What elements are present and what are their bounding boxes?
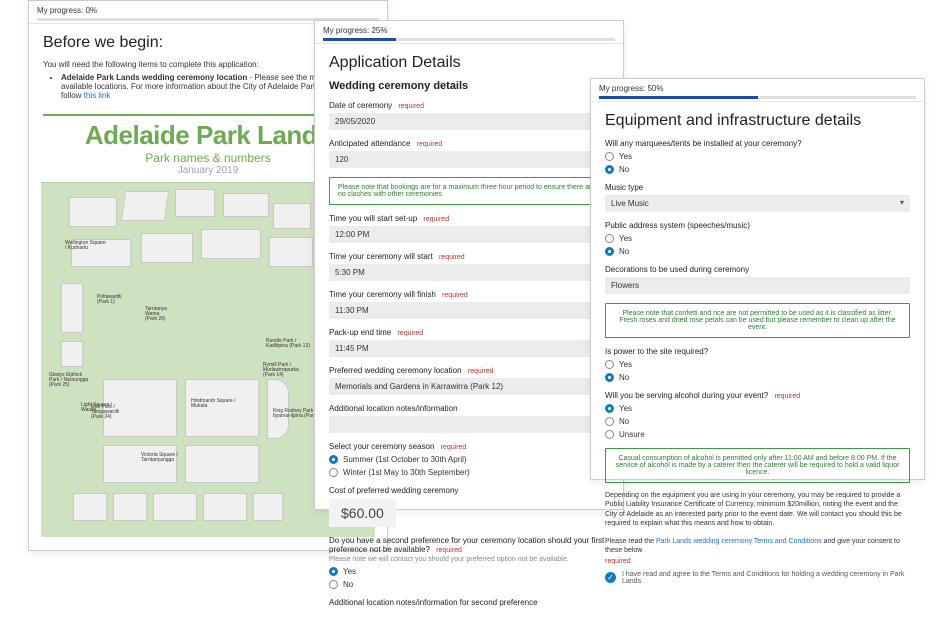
alcohol-unsure[interactable]: Unsure (605, 430, 910, 439)
season-winter-radio[interactable]: Winter (1st May to 30th September) (329, 468, 609, 477)
pa-yes[interactable]: Yes (605, 234, 910, 243)
start-time-input[interactable] (329, 264, 609, 281)
progress-row: My progress: 50% (591, 79, 924, 102)
marquee-yes[interactable]: Yes (605, 152, 910, 161)
marquee-no[interactable]: No (605, 165, 910, 174)
requirement-strong: Adelaide Park Lands wedding ceremony loc… (61, 73, 247, 82)
terms-link[interactable]: Park Lands wedding ceremony Terms and Co… (656, 538, 822, 545)
radio-off-icon (605, 417, 614, 426)
setup-time-input[interactable] (329, 226, 609, 243)
radio-on-icon (329, 567, 338, 576)
location-input[interactable] (329, 378, 609, 395)
radio-off-icon (329, 580, 338, 589)
progress-bar (323, 38, 615, 41)
radio-off-icon (329, 468, 338, 477)
finish-time-input[interactable] (329, 302, 609, 319)
date-input[interactable] (329, 113, 609, 130)
step-2-card: My progress: 25% Application Details Wed… (314, 20, 624, 510)
booking-notice: Please note that bookings are for a maxi… (329, 177, 609, 205)
agree-label: I have read and agree to the Terms and C… (622, 571, 910, 585)
location-label: Preferred wedding ceremony location requ… (329, 366, 609, 375)
check-icon: ✓ (605, 572, 616, 583)
additional-notes-input[interactable] (329, 416, 609, 433)
liability-text: Depending on the equipment you are using… (605, 491, 910, 529)
progress-bar (599, 96, 916, 99)
power-yes[interactable]: Yes (605, 360, 910, 369)
packup-time-input[interactable] (329, 340, 609, 357)
terms-required: required (605, 558, 910, 565)
decorations-label: Decorations to be used during ceremony (605, 265, 910, 274)
progress-label: My progress: 0% (37, 6, 379, 15)
card-body: Equipment and infrastructure details Wil… (591, 102, 924, 595)
setup-time-label: Time you will start set-up required (329, 214, 609, 223)
alcohol-no[interactable]: No (605, 417, 910, 426)
alcohol-question: Will you be serving alcohol during your … (605, 391, 910, 400)
agree-checkbox-row[interactable]: ✓ I have read and agree to the Terms and… (605, 571, 910, 585)
second-pref-question: Do you have a second preference for your… (329, 536, 609, 554)
progress-fill (323, 38, 396, 41)
season-label: Select your ceremony season required (329, 442, 609, 451)
finish-time-label: Time your ceremony will finish required (329, 290, 609, 299)
page-heading: Application Details (329, 54, 609, 72)
step-3-card: My progress: 50% Equipment and infrastru… (590, 78, 925, 480)
start-time-label: Time your ceremony will start required (329, 252, 609, 261)
progress-fill (599, 96, 758, 99)
power-question: Is power to the site required? (605, 347, 910, 356)
radio-off-icon (605, 430, 614, 439)
page-heading: Equipment and infrastructure details (605, 112, 910, 130)
radio-on-icon (605, 165, 614, 174)
radio-off-icon (605, 234, 614, 243)
cost-label: Cost of preferred wedding ceremony (329, 486, 609, 495)
radio-on-icon (605, 373, 614, 382)
pa-no[interactable]: No (605, 247, 910, 256)
season-summer-radio[interactable]: Summer (1st October to 30th April) (329, 455, 609, 464)
additional-notes-label: Additional location notes/information (329, 404, 609, 413)
radio-off-icon (605, 360, 614, 369)
alcohol-yes[interactable]: Yes (605, 404, 910, 413)
section-heading: Wedding ceremony details (329, 80, 609, 92)
this-link[interactable]: this link (84, 91, 111, 100)
packup-time-label: Pack-up end time required (329, 328, 609, 337)
second-pref-hint: Please note we will contact you should y… (329, 556, 609, 563)
second-pref-no[interactable]: No (329, 580, 609, 589)
decorations-notice: Please note that confetti and rice are n… (605, 303, 910, 338)
radio-on-icon (329, 455, 338, 464)
cost-value: $60.00 (329, 499, 396, 527)
progress-label: My progress: 25% (323, 26, 615, 35)
music-select-wrap: ▾ (605, 192, 910, 212)
attendance-input[interactable] (329, 151, 609, 168)
progress-row: My progress: 25% (315, 21, 623, 44)
music-select[interactable] (605, 195, 910, 212)
card-body: Application Details Wedding ceremony det… (315, 44, 623, 617)
power-no[interactable]: No (605, 373, 910, 382)
progress-label: My progress: 50% (599, 84, 916, 93)
decorations-input[interactable] (605, 277, 910, 294)
music-type-label: Music type (605, 183, 910, 192)
additional-notes-2-label: Additional location notes/information fo… (329, 598, 609, 607)
date-label: Date of ceremony required (329, 101, 609, 110)
chevron-down-icon: ▾ (900, 198, 904, 207)
radio-on-icon (605, 404, 614, 413)
terms-text: Please read the Park Lands wedding cerem… (605, 537, 910, 556)
alcohol-notice: Casual consumption of alcohol is permitt… (605, 448, 910, 483)
attendance-label: Anticipated attendance required (329, 139, 609, 148)
pa-question: Public address system (speeches/music) (605, 221, 910, 230)
radio-on-icon (605, 247, 614, 256)
second-pref-yes[interactable]: Yes (329, 567, 609, 576)
marquee-question: Will any marquees/tents be installed at … (605, 139, 910, 148)
radio-off-icon (605, 152, 614, 161)
